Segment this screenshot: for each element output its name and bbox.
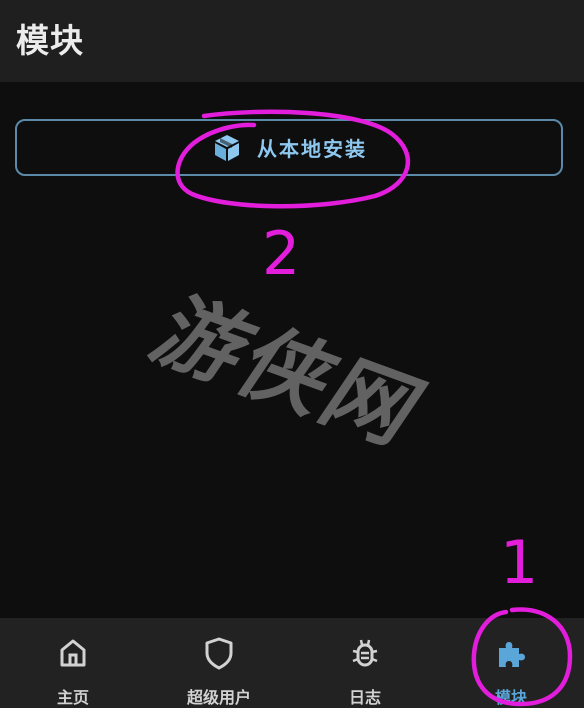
puzzle-icon	[495, 636, 527, 670]
top-app-bar: 模块	[0, 0, 584, 82]
annotation-step-1: 1	[500, 528, 539, 598]
page-title: 模块	[16, 21, 84, 60]
nav-label-superuser: 超级用户	[186, 688, 251, 707]
nav-label-logs: 日志	[348, 688, 381, 707]
nav-item-superuser[interactable]: 超级用户	[146, 618, 292, 708]
nav-item-logs[interactable]: 日志	[292, 618, 438, 708]
app-screen: 模块 从本地安装 游侠网 2 1 主页 超级用户 日志 模块	[0, 0, 584, 708]
bottom-navigation: 主页 超级用户 日志 模块	[0, 618, 584, 708]
package-box-icon	[211, 132, 243, 164]
install-button-label: 从本地安装	[257, 137, 367, 161]
bug-icon	[349, 636, 381, 670]
nav-label-home: 主页	[56, 688, 89, 707]
nav-label-modules: 模块	[494, 688, 527, 707]
install-from-local-button[interactable]: 从本地安装	[15, 119, 563, 176]
home-icon	[57, 636, 89, 670]
nav-item-modules[interactable]: 模块	[438, 618, 584, 708]
annotation-step-2: 2	[262, 219, 301, 289]
watermark-text: 游侠网	[138, 276, 427, 465]
shield-icon	[203, 636, 235, 670]
nav-item-home[interactable]: 主页	[0, 618, 146, 708]
